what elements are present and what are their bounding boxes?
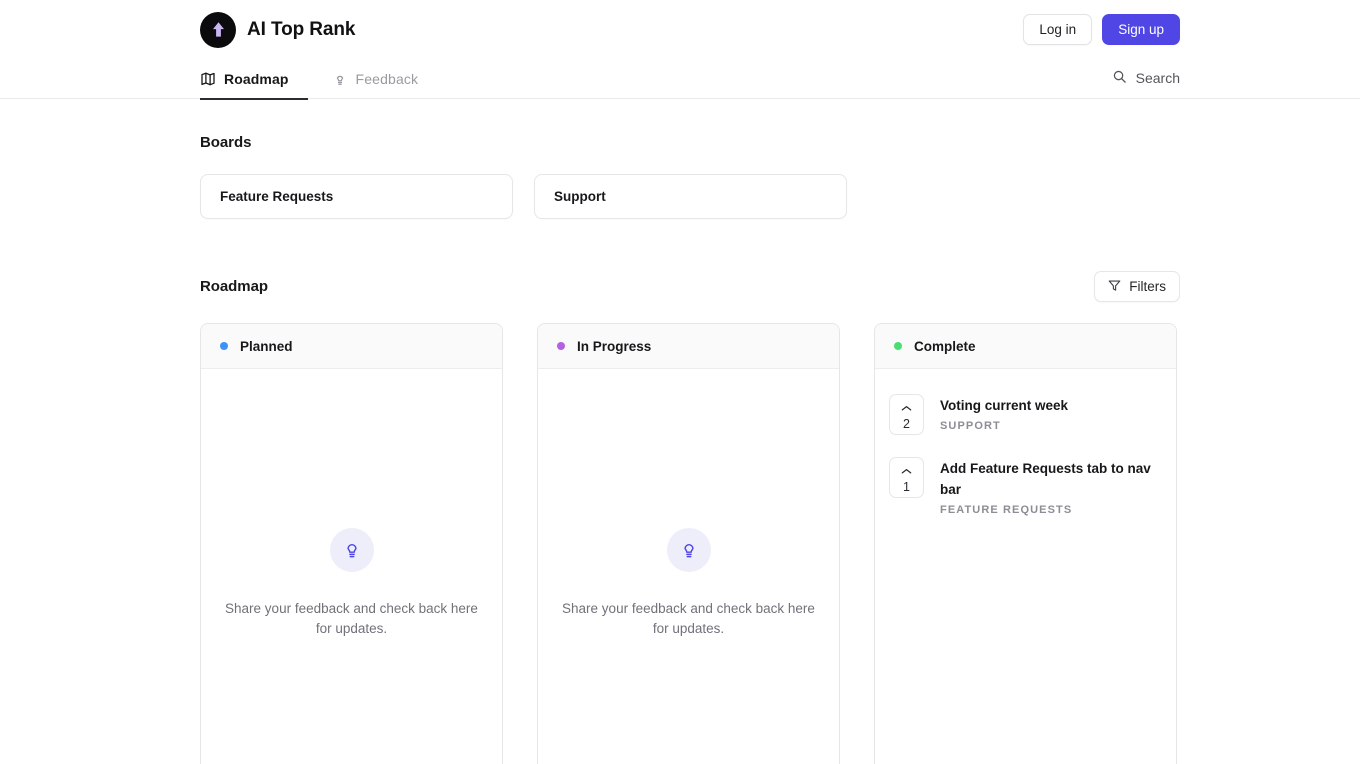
- column-header: In Progress: [538, 324, 839, 369]
- login-button[interactable]: Log in: [1023, 14, 1093, 45]
- roadmap-header-row: Roadmap Filters: [200, 271, 1180, 302]
- lightbulb-icon: [329, 528, 374, 572]
- boards-grid: Feature Requests Support: [200, 174, 1180, 219]
- roadmap-column-in-progress: In Progress Share your feedback and chec…: [537, 323, 840, 764]
- vote-count: 2: [903, 416, 910, 431]
- empty-state-text: Share your feedback and check back here …: [562, 601, 815, 636]
- status-dot-in-progress: [557, 342, 565, 350]
- upvote-button[interactable]: 2: [889, 394, 924, 435]
- search-label: Search: [1135, 70, 1180, 86]
- roadmap-item-board-label: SUPPORT: [940, 420, 1001, 432]
- roadmap-item-title: Add Feature Requests tab to nav bar: [940, 461, 1151, 497]
- column-header: Planned: [201, 324, 502, 369]
- filters-button[interactable]: Filters: [1094, 271, 1180, 302]
- column-title: Complete: [914, 338, 976, 354]
- funnel-icon: [1108, 279, 1121, 295]
- brand-title: AI Top Rank: [247, 18, 356, 40]
- empty-state-text: Share your feedback and check back here …: [225, 601, 478, 636]
- boards-section: Boards Feature Requests Support: [200, 99, 1180, 219]
- page-content: Boards Feature Requests Support Roadmap …: [0, 99, 1360, 764]
- roadmap-item[interactable]: 2 Voting current week SUPPORT: [889, 383, 1162, 446]
- chevron-up-icon: [901, 399, 912, 417]
- empty-state: Share your feedback and check back here …: [201, 528, 502, 639]
- search-icon: [1112, 69, 1127, 87]
- roadmap-board: Planned Share your feedback and check ba…: [200, 323, 1180, 764]
- column-body: 2 Voting current week SUPPORT 1 Add Feat…: [875, 369, 1176, 764]
- vote-count: 1: [903, 479, 910, 494]
- column-body: Share your feedback and check back here …: [201, 369, 502, 764]
- chevron-up-icon: [901, 462, 912, 480]
- roadmap-item[interactable]: 1 Add Feature Requests tab to nav bar FE…: [889, 446, 1162, 527]
- tab-roadmap-label: Roadmap: [224, 71, 289, 87]
- brand[interactable]: AI Top Rank: [200, 11, 356, 48]
- board-card-feature-requests[interactable]: Feature Requests: [200, 174, 513, 219]
- boards-title: Boards: [200, 134, 252, 151]
- board-card-label: Support: [554, 189, 606, 204]
- search-button[interactable]: Search: [1112, 59, 1180, 99]
- site-header: AI Top Rank Log in Sign up Roadmap Feedb…: [0, 0, 1360, 100]
- board-card-support[interactable]: Support: [534, 174, 847, 219]
- column-title: Planned: [240, 338, 293, 354]
- status-dot-complete: [894, 342, 902, 350]
- tab-feedback[interactable]: Feedback: [332, 59, 433, 99]
- header-top-row: AI Top Rank Log in Sign up: [0, 0, 1360, 59]
- roadmap-item-board-label: FEATURE REQUESTS: [940, 504, 1073, 516]
- column-body: Share your feedback and check back here …: [538, 369, 839, 764]
- column-title: In Progress: [577, 338, 652, 354]
- up-arrow-in-circle-logo: [200, 11, 236, 48]
- roadmap-item-title: Voting current week: [940, 398, 1069, 413]
- status-dot-planned: [220, 342, 228, 350]
- lightbulb-icon: [332, 71, 348, 87]
- tab-feedback-label: Feedback: [355, 71, 419, 87]
- roadmap-column-complete: Complete 2 Voting current week SUPPORT 1…: [874, 323, 1177, 764]
- lightbulb-icon: [666, 528, 711, 572]
- board-card-label: Feature Requests: [220, 189, 334, 204]
- map-icon: [200, 71, 216, 87]
- roadmap-title: Roadmap: [200, 278, 268, 295]
- roadmap-section: Roadmap Filters Planned Share your feedb…: [200, 271, 1180, 764]
- header-actions: Log in Sign up: [1023, 14, 1180, 45]
- upvote-button[interactable]: 1: [889, 457, 924, 498]
- signup-button[interactable]: Sign up: [1102, 14, 1180, 45]
- roadmap-column-planned: Planned Share your feedback and check ba…: [200, 323, 503, 764]
- roadmap-item-main: Add Feature Requests tab to nav bar FEAT…: [940, 457, 1155, 516]
- empty-state: Share your feedback and check back here …: [538, 528, 839, 639]
- filters-label: Filters: [1129, 279, 1166, 294]
- tab-roadmap[interactable]: Roadmap: [200, 59, 308, 100]
- roadmap-item-main: Voting current week SUPPORT: [940, 394, 1068, 435]
- column-header: Complete: [875, 324, 1176, 369]
- header-tabs: Roadmap Feedback Search: [0, 59, 1360, 100]
